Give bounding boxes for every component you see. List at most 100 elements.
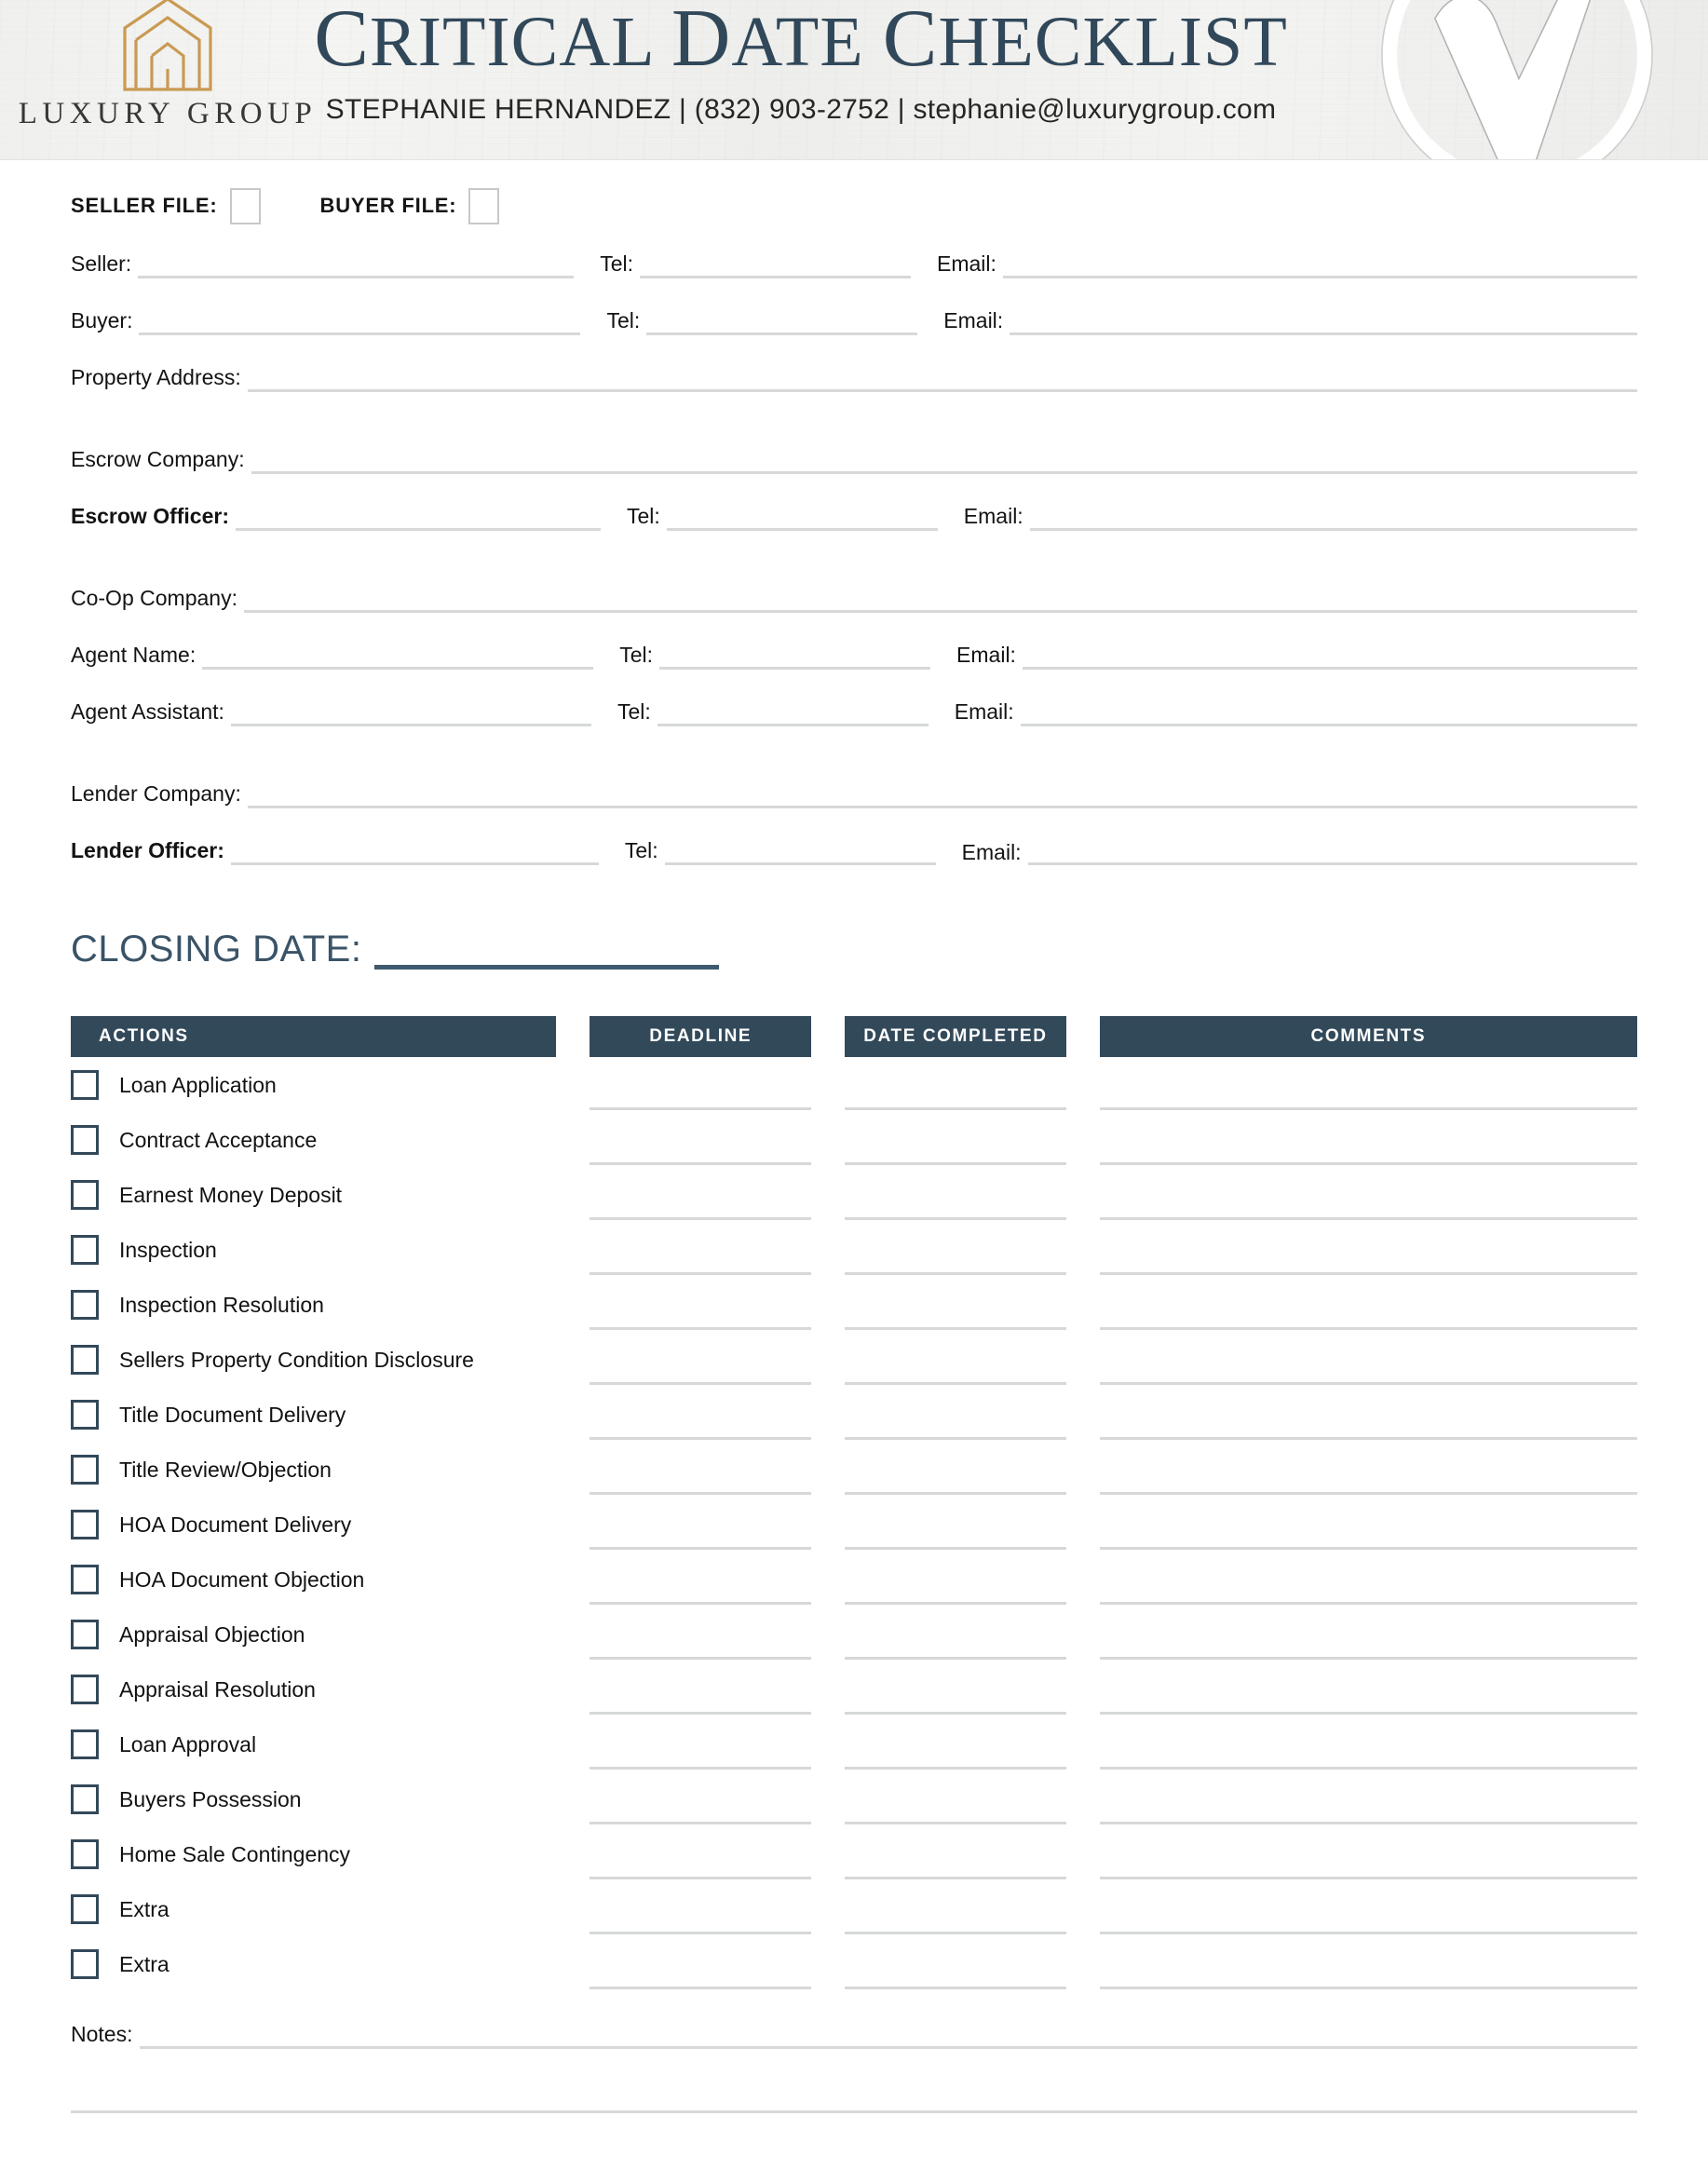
property-address-input[interactable] — [247, 368, 1637, 392]
row-checkbox[interactable] — [71, 1620, 99, 1649]
agent-name-tel-input[interactable] — [659, 645, 931, 670]
lender-officer-email-input[interactable] — [1027, 848, 1637, 865]
deadline-input[interactable] — [590, 1939, 812, 1989]
row-checkbox[interactable] — [71, 1125, 99, 1155]
seller-file-checkbox[interactable] — [229, 187, 261, 224]
date-completed-input[interactable] — [845, 1170, 1066, 1220]
date-completed-input[interactable] — [845, 1719, 1066, 1770]
closing-date-input[interactable] — [374, 938, 720, 970]
row-checkbox[interactable] — [71, 1070, 99, 1100]
row-checkbox[interactable] — [71, 1180, 99, 1210]
date-completed-input[interactable] — [845, 1335, 1066, 1385]
date-completed-input[interactable] — [845, 1829, 1066, 1879]
agent-assistant-input[interactable] — [230, 702, 591, 726]
comments-input[interactable] — [1099, 1939, 1637, 1989]
action-label: Loan Approval — [119, 1731, 257, 1756]
seller-input[interactable] — [138, 254, 575, 278]
deadline-input[interactable] — [590, 1225, 812, 1275]
agent-assistant-email-input[interactable] — [1020, 702, 1637, 726]
row-checkbox[interactable] — [71, 1510, 99, 1539]
deadline-input[interactable] — [590, 1060, 812, 1110]
comments-input[interactable] — [1099, 1554, 1637, 1605]
comments-input[interactable] — [1099, 1390, 1637, 1440]
row-checkbox[interactable] — [71, 1839, 99, 1869]
row-checkbox[interactable] — [71, 1400, 99, 1430]
row-checkbox[interactable] — [71, 1784, 99, 1814]
deadline-input[interactable] — [590, 1280, 812, 1330]
row-checkbox[interactable] — [71, 1949, 99, 1979]
buyer-file-checkbox[interactable] — [468, 187, 500, 224]
comments-input[interactable] — [1099, 1719, 1637, 1770]
date-completed-input[interactable] — [845, 1115, 1066, 1165]
comments-input[interactable] — [1099, 1884, 1637, 1934]
seller-tel-input[interactable] — [640, 254, 911, 278]
deadline-input[interactable] — [590, 1829, 812, 1879]
date-completed-input[interactable] — [845, 1280, 1066, 1330]
agent-name-input[interactable] — [202, 645, 594, 670]
brand-wordmark: LUXURY GROUP — [18, 97, 318, 130]
date-completed-input[interactable] — [845, 1884, 1066, 1934]
escrow-officer-email-input[interactable] — [1029, 507, 1637, 531]
escrow-officer-input[interactable] — [236, 507, 601, 531]
deadline-input[interactable] — [590, 1664, 812, 1715]
date-completed-input[interactable] — [845, 1609, 1066, 1660]
deadline-input[interactable] — [590, 1499, 812, 1550]
row-checkbox[interactable] — [71, 1729, 99, 1759]
row-checkbox[interactable] — [71, 1565, 99, 1594]
deadline-input[interactable] — [590, 1115, 812, 1165]
deadline-input[interactable] — [590, 1170, 812, 1220]
row-checkbox[interactable] — [71, 1675, 99, 1704]
comments-input[interactable] — [1099, 1829, 1637, 1879]
date-completed-input[interactable] — [845, 1939, 1066, 1989]
comments-input[interactable] — [1099, 1225, 1637, 1275]
table-row: Inspection — [71, 1222, 1637, 1277]
lender-company-input[interactable] — [247, 784, 1637, 808]
table-row: Contract Acceptance — [71, 1112, 1637, 1167]
comments-input[interactable] — [1099, 1444, 1637, 1495]
comments-input[interactable] — [1099, 1335, 1637, 1385]
date-completed-input[interactable] — [845, 1444, 1066, 1495]
agent-assistant-tel-input[interactable] — [657, 702, 929, 726]
notes-input-second-line[interactable] — [71, 2110, 1637, 2113]
row-checkbox[interactable] — [71, 1894, 99, 1924]
row-checkbox[interactable] — [71, 1345, 99, 1375]
deadline-input[interactable] — [590, 1609, 812, 1660]
date-completed-input[interactable] — [845, 1554, 1066, 1605]
deadline-input[interactable] — [590, 1444, 812, 1495]
comments-input[interactable] — [1099, 1774, 1637, 1824]
seller-email-input[interactable] — [1002, 254, 1637, 278]
row-checkbox[interactable] — [71, 1235, 99, 1265]
lender-officer-tel-input[interactable] — [664, 841, 936, 865]
deadline-input[interactable] — [590, 1774, 812, 1824]
buyer-email-input[interactable] — [1010, 311, 1637, 335]
lender-officer-input[interactable] — [230, 841, 599, 865]
deadline-input[interactable] — [590, 1390, 812, 1440]
co-op-company-input[interactable] — [243, 589, 1637, 613]
date-completed-input[interactable] — [845, 1664, 1066, 1715]
buyer-tel-input[interactable] — [646, 311, 918, 335]
row-checkbox[interactable] — [71, 1455, 99, 1485]
deadline-input[interactable] — [590, 1719, 812, 1770]
comments-input[interactable] — [1099, 1170, 1637, 1220]
deadline-input[interactable] — [590, 1884, 812, 1934]
date-completed-input[interactable] — [845, 1390, 1066, 1440]
comments-input[interactable] — [1099, 1280, 1637, 1330]
comments-input[interactable] — [1099, 1499, 1637, 1550]
notes-input[interactable] — [140, 2025, 1637, 2049]
date-completed-input[interactable] — [845, 1225, 1066, 1275]
comments-input[interactable] — [1099, 1664, 1637, 1715]
buyer-input[interactable] — [139, 311, 581, 335]
date-completed-input[interactable] — [845, 1499, 1066, 1550]
comments-input[interactable] — [1099, 1609, 1637, 1660]
comments-input[interactable] — [1099, 1060, 1637, 1110]
escrow-company-input[interactable] — [251, 450, 1637, 474]
action-label: Inspection — [119, 1237, 217, 1262]
deadline-input[interactable] — [590, 1335, 812, 1385]
comments-input[interactable] — [1099, 1115, 1637, 1165]
row-checkbox[interactable] — [71, 1290, 99, 1320]
date-completed-input[interactable] — [845, 1774, 1066, 1824]
date-completed-input[interactable] — [845, 1060, 1066, 1110]
escrow-officer-tel-input[interactable] — [666, 507, 938, 531]
deadline-input[interactable] — [590, 1554, 812, 1605]
agent-name-email-input[interactable] — [1022, 645, 1637, 670]
